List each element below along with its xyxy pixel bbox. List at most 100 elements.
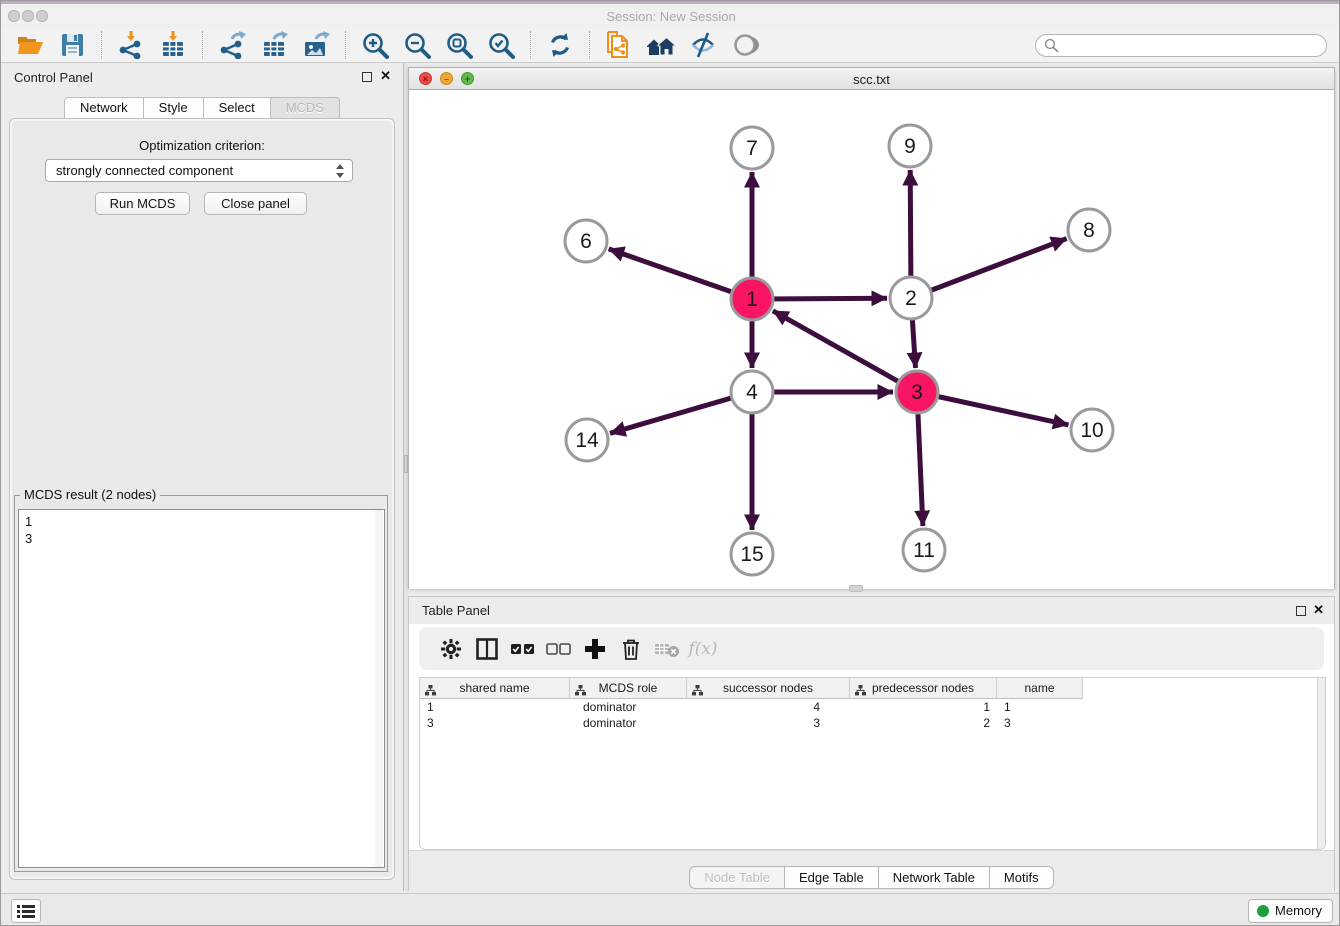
close-panel-button[interactable]: Close panel (204, 192, 307, 215)
add-column-icon[interactable] (577, 634, 613, 664)
tab-edge-table[interactable]: Edge Table (784, 866, 878, 889)
graph-node-label: 2 (905, 287, 917, 310)
table-panel-bottom: Node TableEdge TableNetwork TableMotifs (409, 850, 1334, 892)
table-header-row: shared name MCDS role successor nodesprede… (420, 678, 1325, 699)
column-header-predecessor-nodes[interactable]: predecessor nodes (850, 678, 997, 699)
mcds-result-scrollbar[interactable] (375, 510, 383, 867)
node-table: shared name MCDS role successor nodesprede… (419, 677, 1326, 850)
delete-column-icon[interactable] (613, 634, 649, 664)
float-window-icon[interactable] (1296, 606, 1306, 616)
mcds-result-group: MCDS result (2 nodes) 1 3 (14, 495, 388, 872)
tab-network-table[interactable]: Network Table (878, 866, 989, 889)
float-window-icon[interactable] (362, 72, 372, 82)
cell-MCDS-role[interactable]: dominator (570, 715, 687, 731)
delete-table-icon[interactable] (649, 634, 685, 664)
memory-button[interactable]: Memory (1248, 899, 1333, 923)
column-header-shared-name[interactable]: shared name (420, 678, 570, 699)
graph-edge-3-1[interactable] (773, 311, 917, 392)
control-panel-header: Control Panel ✕ (1, 63, 403, 91)
application-window: Session: New Session (0, 0, 1340, 926)
graph-edge-3-10[interactable] (917, 392, 1069, 425)
zoom-fit-icon[interactable] (442, 30, 476, 60)
criterion-select[interactable]: strongly connected component (45, 159, 353, 182)
table-panel-title: Table Panel (422, 603, 490, 618)
zoom-out-icon[interactable] (400, 30, 434, 60)
tab-motifs[interactable]: Motifs (989, 866, 1054, 889)
main-titlebar: Session: New Session (1, 4, 1340, 28)
search-field-wrap (1035, 34, 1327, 57)
select-all-icon[interactable] (505, 634, 541, 664)
import-table-icon[interactable] (156, 30, 190, 60)
tab-mcds[interactable]: MCDS (270, 97, 340, 119)
toolbar-separator (202, 31, 203, 59)
column-header-label: shared name (459, 681, 529, 695)
cell-MCDS-role[interactable]: dominator (570, 699, 687, 715)
memory-label: Memory (1275, 900, 1322, 922)
export-table-icon[interactable] (257, 30, 291, 60)
column-header-label: name (1024, 681, 1054, 695)
zoom-in-icon[interactable] (358, 30, 392, 60)
cell-predecessor-nodes[interactable]: 1 (850, 699, 997, 715)
optimization-criterion-label: Optimization criterion: (1, 138, 403, 153)
network-window-titlebar[interactable]: × – + scc.txt (409, 68, 1334, 90)
cell-name[interactable]: 3 (997, 715, 1083, 731)
import-network-icon[interactable] (114, 30, 148, 60)
cell-name[interactable]: 1 (997, 699, 1083, 715)
run-mcds-button[interactable]: Run MCDS (95, 192, 190, 215)
shared-column-icon (575, 682, 586, 702)
column-header-name[interactable]: name (997, 678, 1083, 699)
cell-shared-name[interactable]: 3 (420, 715, 570, 731)
zoom-selected-icon[interactable] (484, 30, 518, 60)
graph-node-label: 3 (911, 381, 923, 404)
cell-successor-nodes[interactable]: 4 (687, 699, 850, 715)
select-stepper-icon (336, 163, 346, 179)
table-scrollbar[interactable] (1317, 678, 1325, 849)
status-bar: Memory (1, 893, 1340, 926)
home-icon[interactable] (644, 30, 678, 60)
cell-shared-name[interactable]: 1 (420, 699, 570, 715)
tab-select[interactable]: Select (203, 97, 270, 119)
cell-predecessor-nodes[interactable]: 2 (850, 715, 997, 731)
show-graphics-details-icon[interactable] (728, 30, 762, 60)
table-row[interactable]: 3dominator323 (420, 715, 1325, 731)
graph-node-label: 15 (740, 543, 763, 566)
column-header-MCDS-role[interactable]: MCDS role (570, 678, 687, 699)
table-body: 1dominator4113dominator323 (420, 699, 1325, 731)
show-columns-icon[interactable] (469, 634, 505, 664)
table-row[interactable]: 1dominator411 (420, 699, 1325, 715)
graph-node-label: 7 (746, 137, 758, 160)
criterion-select-value: strongly connected component (56, 163, 233, 178)
refresh-network-icon[interactable] (543, 30, 577, 60)
open-network-file-icon[interactable] (602, 30, 636, 60)
search-input[interactable] (1035, 34, 1327, 57)
tab-style[interactable]: Style (143, 97, 203, 119)
close-panel-icon[interactable]: ✕ (1313, 602, 1324, 618)
export-image-icon[interactable] (299, 30, 333, 60)
network-canvas[interactable]: 7968124314101511 (409, 90, 1334, 589)
control-panel-tabs: NetworkStyleSelectMCDS (1, 97, 403, 119)
graph-node-label: 1 (746, 288, 758, 311)
save-session-icon[interactable] (55, 30, 89, 60)
export-network-icon[interactable] (215, 30, 249, 60)
tab-node-table[interactable]: Node Table (689, 866, 784, 889)
column-header-label: MCDS role (599, 681, 658, 695)
fx-label: f(x) (688, 639, 717, 659)
graph-edge-2-8[interactable] (911, 239, 1067, 298)
mcds-result-text[interactable]: 1 3 (18, 509, 385, 868)
tab-network[interactable]: Network (64, 97, 143, 119)
search-icon (1044, 38, 1059, 58)
close-panel-icon[interactable]: ✕ (380, 68, 391, 84)
column-header-successor-nodes[interactable]: successor nodes (687, 678, 850, 699)
hide-graphics-details-icon[interactable] (686, 30, 720, 60)
task-history-button[interactable] (11, 899, 41, 923)
open-session-icon[interactable] (13, 30, 47, 60)
settings-gear-icon[interactable] (433, 634, 469, 664)
function-builder-icon[interactable]: f(x) (685, 634, 721, 664)
toolbar-separator (530, 31, 531, 59)
graph-node-label: 9 (904, 135, 916, 158)
graph-edge-1-6[interactable] (609, 249, 752, 299)
network-view-window: × – + scc.txt 7968124314101511 (408, 67, 1335, 589)
horizontal-divider-grip[interactable] (849, 585, 863, 592)
deselect-all-icon[interactable] (541, 634, 577, 664)
cell-successor-nodes[interactable]: 3 (687, 715, 850, 731)
